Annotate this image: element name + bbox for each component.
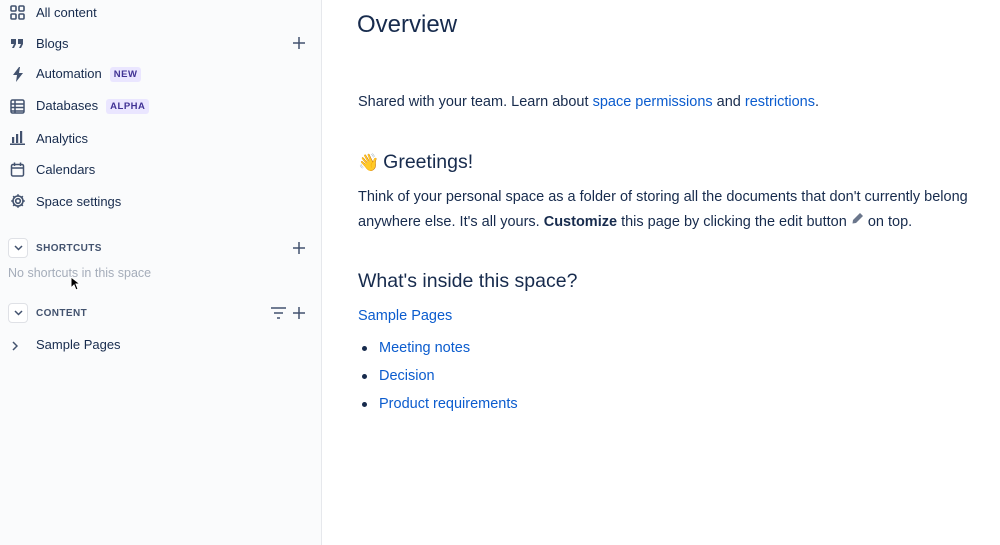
child-pages-list: Meeting notes Decision Product requireme… xyxy=(358,335,518,419)
sidebar-item-label: Analytics xyxy=(36,130,89,146)
mouse-cursor-icon xyxy=(70,275,82,296)
sidebar-item-automation[interactable]: Automation NEW xyxy=(0,60,321,88)
customize-bold-text: Customize xyxy=(543,214,618,230)
quote-icon xyxy=(9,35,26,52)
add-shortcut-button[interactable] xyxy=(290,239,308,257)
sidebar-item-all-content[interactable]: All content xyxy=(0,0,321,26)
greetings-text: this page by clicking the edit button xyxy=(617,214,851,230)
add-content-button[interactable] xyxy=(290,304,308,322)
content-title: CONTENT xyxy=(36,308,88,319)
bar-chart-icon xyxy=(9,130,26,147)
inside-space-heading: What's inside this space? xyxy=(358,270,578,292)
shortcuts-title: SHORTCUTS xyxy=(36,243,102,254)
sidebar-item-databases[interactable]: Databases ALPHA xyxy=(0,92,321,120)
sidebar-item-label: Space settings xyxy=(36,193,122,209)
filter-icon xyxy=(270,307,286,319)
chevron-right-icon[interactable] xyxy=(12,338,19,356)
shortcuts-section-header: SHORTCUTS xyxy=(0,236,321,260)
product-requirements-link[interactable]: Product requirements xyxy=(379,396,518,412)
tree-item-label: Sample Pages xyxy=(36,337,121,352)
content-section-header: CONTENT xyxy=(0,301,321,325)
sidebar-item-label: All content xyxy=(36,4,97,20)
greetings-heading: 👋 Greetings! xyxy=(358,151,473,174)
filter-content-button[interactable] xyxy=(269,304,287,322)
intro-text: . xyxy=(815,94,820,110)
intro-text: and xyxy=(712,94,745,110)
add-blog-button[interactable] xyxy=(290,34,308,52)
greetings-paragraph: Think of your personal space as a folder… xyxy=(358,185,998,234)
sidebar-item-label: Automation xyxy=(36,66,102,81)
collapse-content-button[interactable] xyxy=(8,303,28,323)
new-badge: NEW xyxy=(109,67,142,82)
alpha-badge: ALPHA xyxy=(106,99,150,114)
database-icon xyxy=(9,98,26,115)
sidebar-item-space-settings[interactable]: Space settings xyxy=(0,187,321,215)
sidebar-item-label: Databases xyxy=(36,98,99,113)
list-item: Product requirements xyxy=(358,391,518,419)
greetings-heading-text: Greetings! xyxy=(383,151,474,173)
sidebar-item-blogs[interactable]: Blogs xyxy=(0,29,321,57)
chevron-down-icon xyxy=(13,310,23,316)
greetings-text: Think of your personal space as a folder… xyxy=(358,189,968,205)
list-item: Decision xyxy=(358,363,518,391)
waving-hand-icon: 👋 xyxy=(358,152,380,172)
gear-icon xyxy=(9,193,26,210)
restrictions-link[interactable]: restrictions xyxy=(745,94,815,110)
main-content: Overview Shared with your team. Learn ab… xyxy=(323,0,1000,545)
greetings-text: anywhere else. It's all yours. xyxy=(358,214,544,230)
page-title: Overview xyxy=(357,11,458,38)
sidebar-item-analytics[interactable]: Analytics xyxy=(0,124,321,152)
intro-paragraph: Shared with your team. Learn about space… xyxy=(358,90,819,114)
sidebar: All content Blogs Automation NEW Database… xyxy=(0,0,322,545)
sample-pages-link[interactable]: Sample Pages xyxy=(358,304,452,328)
grid-icon xyxy=(9,4,26,21)
content-tree-item-sample-pages[interactable]: Sample Pages xyxy=(0,332,321,358)
decision-link[interactable]: Decision xyxy=(379,368,435,384)
calendar-icon xyxy=(9,161,26,178)
sidebar-item-calendars[interactable]: Calendars xyxy=(0,155,321,183)
pencil-icon xyxy=(851,209,864,233)
list-item: Meeting notes xyxy=(358,335,518,363)
space-permissions-link[interactable]: space permissions xyxy=(593,94,713,110)
collapse-shortcuts-button[interactable] xyxy=(8,238,28,258)
greetings-text: on top. xyxy=(863,214,913,230)
meeting-notes-link[interactable]: Meeting notes xyxy=(379,340,470,356)
intro-text: Shared with your team. Learn about xyxy=(358,94,593,110)
chevron-down-icon xyxy=(13,245,23,251)
lightning-icon xyxy=(9,66,26,83)
sidebar-item-label: Calendars xyxy=(36,161,96,177)
sidebar-item-label: Blogs xyxy=(36,35,69,51)
